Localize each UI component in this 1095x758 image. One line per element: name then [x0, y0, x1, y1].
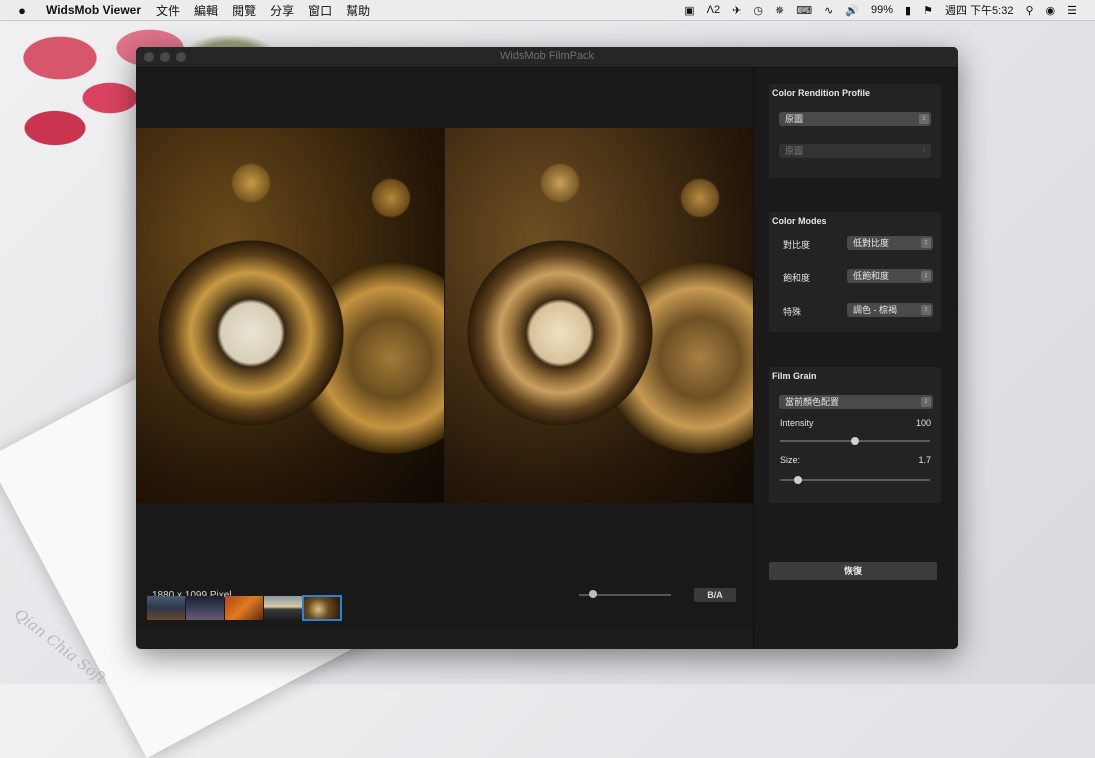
menu-bar: ● WidsMob Viewer 文件 編輯 閱覽 分享 窗口 幫助 ▣ Λ2 …: [0, 0, 1095, 21]
profile-select[interactable]: 原圖 ↕: [779, 112, 931, 126]
app-menu[interactable]: WidsMob Viewer: [46, 3, 141, 17]
film-grain-panel: Film Grain 當前顏色配置 ↕ Intensity 100 Size: …: [769, 367, 941, 503]
saturation-select-value: 低飽和度: [853, 271, 890, 281]
adobe-icon[interactable]: Λ2: [707, 4, 720, 16]
adobe-badge: 2: [714, 4, 721, 16]
menu-file[interactable]: 文件: [156, 2, 180, 19]
flag-icon[interactable]: ⚑: [923, 4, 933, 17]
monitor-icon[interactable]: ▣: [684, 4, 694, 17]
wifi-icon[interactable]: ∿: [824, 4, 833, 17]
intensity-slider-handle[interactable]: [851, 437, 859, 445]
filmstrip: [136, 595, 753, 648]
battery-icon[interactable]: ▮: [905, 4, 911, 17]
notification-center-icon[interactable]: ☰: [1067, 4, 1077, 17]
zoom-slider-handle[interactable]: [588, 590, 597, 598]
film-grain-title: Film Grain: [772, 371, 817, 381]
special-label: 特殊: [783, 307, 802, 317]
saturation-select[interactable]: 低飽和度 ↕: [847, 269, 933, 283]
saturation-label: 飽和度: [783, 273, 811, 283]
window-title: WidsMob FilmPack: [499, 50, 595, 62]
chevron-updown-icon: ↕: [922, 147, 926, 154]
apple-menu-icon[interactable]: ●: [14, 3, 30, 18]
contrast-select-value: 低對比度: [853, 238, 890, 248]
bluetooth-icon[interactable]: ✵: [775, 4, 784, 17]
thumbnail-3[interactable]: [225, 596, 263, 620]
siri-icon[interactable]: ◉: [1046, 4, 1056, 17]
original-image: [136, 128, 444, 503]
special-select-value: 調色 - 棕褐: [853, 305, 897, 315]
chevron-updown-icon: ↕: [921, 397, 931, 407]
color-modes-title: Color Modes: [772, 216, 827, 226]
intensity-value: 100: [915, 418, 931, 428]
menu-view[interactable]: 閱覽: [232, 2, 256, 19]
thumbnail-5-selected[interactable]: [302, 595, 342, 621]
color-modes-panel: Color Modes 對比度 低對比度 ↕ 飽和度 低飽和度 ↕ 特殊 調色 …: [769, 212, 941, 332]
size-slider-track[interactable]: [780, 479, 930, 481]
profile-panel: Color Rendition Profile 原圖 ↕ 原圖 ↕: [769, 84, 941, 178]
menu-edit[interactable]: 編輯: [194, 2, 218, 19]
chevron-updown-icon: ↕: [921, 238, 931, 248]
menu-share[interactable]: 分享: [270, 2, 294, 19]
settings-sidebar: Color Rendition Profile 原圖 ↕ 原圖 ↕ Color …: [753, 68, 958, 649]
filmpack-window: WidsMob FilmPack 1880 x 1099 Pixel B/A C…: [136, 47, 958, 649]
special-select[interactable]: 調色 - 棕褐 ↕: [847, 303, 933, 317]
search-icon[interactable]: ⚲: [1025, 4, 1033, 17]
airplane-icon[interactable]: ✈: [732, 4, 741, 17]
reset-button[interactable]: 恢復: [769, 562, 937, 580]
filtered-image: [445, 128, 753, 503]
chevron-updown-icon: ↕: [921, 305, 931, 315]
contrast-label: 對比度: [783, 240, 811, 250]
contrast-select[interactable]: 低對比度 ↕: [847, 236, 933, 250]
chevron-updown-icon: ↕: [921, 271, 931, 281]
profile-panel-title: Color Rendition Profile: [772, 88, 870, 98]
intensity-label: Intensity: [780, 418, 814, 428]
title-bar[interactable]: WidsMob FilmPack: [136, 47, 958, 68]
chevron-updown-icon: ↕: [919, 114, 929, 124]
time-machine-icon[interactable]: ◷: [753, 4, 763, 17]
clock[interactable]: 週四 下午5:32: [945, 2, 1013, 18]
battery-percent[interactable]: 99%: [871, 4, 893, 16]
keyboard-icon[interactable]: ⌨: [796, 4, 812, 17]
thumbnail-4[interactable]: [264, 596, 302, 620]
size-label: Size:: [780, 455, 801, 465]
status-area: ▣ Λ2 ✈ ◷ ✵ ⌨ ∿ 🔊 99% ▮ ⚑ 週四 下午5:32 ⚲ ◉ ☰: [684, 2, 1077, 18]
thumbnail-1[interactable]: [147, 596, 185, 620]
menu-window[interactable]: 窗口: [308, 2, 332, 19]
menu-help[interactable]: 幫助: [346, 2, 370, 19]
size-slider-handle[interactable]: [794, 476, 802, 484]
before-after-button[interactable]: B/A: [694, 588, 736, 602]
thumbnail-2[interactable]: [186, 596, 224, 620]
preview-area: 1880 x 1099 Pixel B/A: [136, 68, 753, 628]
sub-profile-select[interactable]: 原圖 ↕: [779, 144, 931, 158]
size-value: 1.7: [918, 455, 931, 465]
volume-icon[interactable]: 🔊: [845, 4, 859, 17]
grain-preset-value: 當前顏色配置: [785, 397, 840, 407]
profile-select-value: 原圖: [785, 114, 804, 124]
sub-profile-select-value: 原圖: [785, 146, 804, 156]
grain-preset-select[interactable]: 當前顏色配置 ↕: [779, 395, 933, 409]
